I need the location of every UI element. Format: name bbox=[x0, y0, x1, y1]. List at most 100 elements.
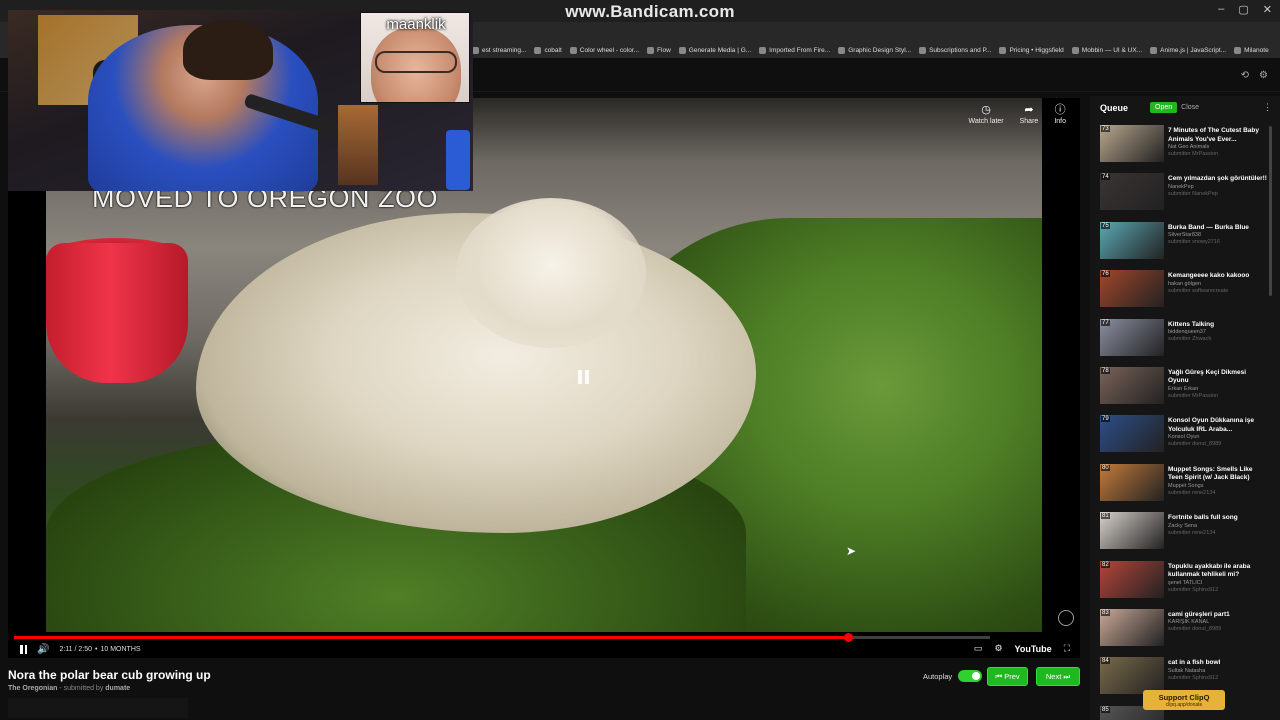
queue-item-title[interactable]: cami güreşleri part1 bbox=[1168, 611, 1268, 620]
submitter-name[interactable]: dumate bbox=[105, 685, 130, 692]
center-pause-icon[interactable] bbox=[576, 370, 590, 386]
queue-scrollbar[interactable] bbox=[1269, 126, 1272, 296]
queue-item-channel: NanekPep bbox=[1168, 183, 1194, 190]
queue-thumbnail[interactable]: 74 bbox=[1100, 173, 1164, 211]
bookmark-item[interactable]: Mobbin — UI & UX... bbox=[1071, 46, 1142, 54]
volume-icon[interactable]: 🔊 bbox=[37, 644, 49, 655]
queue-thumbnail[interactable]: 77 bbox=[1100, 318, 1164, 356]
youtube-logo[interactable]: YouTube bbox=[1015, 644, 1052, 654]
autoplay-toggle[interactable] bbox=[958, 670, 983, 682]
queue-item-channel: Zacky Sena bbox=[1168, 522, 1198, 529]
channel-watermark-icon bbox=[1058, 610, 1074, 626]
queue-item[interactable]: 77 Kittens Talking biddenqueen37 submitter … bbox=[1100, 318, 1268, 367]
history-icon[interactable]: ⟲ bbox=[1241, 70, 1249, 81]
queue-meta: Konsol Oyun Dükkanına işe Yolculuk IRL A… bbox=[1168, 415, 1268, 463]
bookmark-item[interactable]: Color wheel - color... bbox=[569, 46, 639, 54]
queue-item-channel: Muppet Songs bbox=[1168, 482, 1204, 489]
queue-item[interactable]: 80 Muppet Songs: Smells Like Teen Spirit … bbox=[1100, 463, 1268, 512]
info-button[interactable]: ⓘ Info bbox=[1054, 104, 1066, 125]
queue-item-title[interactable]: 7 Minutes of The Cutest Baby Animals You… bbox=[1168, 127, 1268, 144]
queue-item-title[interactable]: Burka Band — Burka Blue bbox=[1168, 224, 1268, 233]
bookmark-icon bbox=[534, 46, 542, 54]
channel-name[interactable]: The Oregonian bbox=[8, 685, 57, 692]
bookmark-icon bbox=[472, 46, 479, 54]
queue-item-channel: Nat Geo Animals bbox=[1168, 144, 1210, 150]
support-url: clipq.app/donate bbox=[1165, 701, 1203, 708]
queue-thumbnail[interactable]: 84 bbox=[1100, 657, 1164, 695]
queue-item-title[interactable]: Kemangeeee kako kakooo bbox=[1168, 272, 1268, 281]
bookmark-icon bbox=[838, 46, 846, 54]
queue-item-channel: SilverStar838 bbox=[1168, 232, 1202, 239]
queue-thumbnail[interactable]: 76 bbox=[1100, 270, 1164, 308]
bookmark-item[interactable]: Anime.js | JavaScript... bbox=[1150, 46, 1226, 54]
settings-icon[interactable]: ⚙ bbox=[994, 643, 1002, 654]
queue-index: 75 bbox=[1101, 222, 1110, 229]
queue-thumbnail[interactable]: 73 bbox=[1100, 125, 1164, 162]
bookmark-item[interactable]: Generate Media | G... bbox=[678, 46, 751, 54]
queue-thumbnail[interactable]: 75 bbox=[1100, 221, 1164, 259]
queue-list: 73 7 Minutes of The Cutest Baby Animals Y… bbox=[1100, 125, 1268, 720]
info-icon: ⓘ bbox=[1054, 104, 1066, 116]
queue-item[interactable]: 81 Fortnite balls full song Zacky Sena subm… bbox=[1100, 512, 1268, 560]
queue-item-title[interactable]: Konsol Oyun Dükkanına işe Yolculuk IRL A… bbox=[1168, 417, 1268, 434]
queue-item-title[interactable]: Cem yılmazdan şok görüntüler!! bbox=[1168, 175, 1268, 184]
queue-item-channel: Konsol Oyun bbox=[1168, 434, 1200, 441]
queue-meta: cami güreşleri part1 KARIŞIK KANAL submitt… bbox=[1168, 609, 1268, 657]
queue-index: 78 bbox=[1101, 367, 1110, 374]
queue-thumbnail[interactable]: 78 bbox=[1100, 366, 1164, 404]
bookmark-icon bbox=[919, 46, 927, 54]
watch-later-button[interactable]: ◷ Watch later bbox=[968, 104, 1003, 125]
queue-item-title[interactable]: Yağlı Güreş Keçi Dikmesi Oyunu bbox=[1168, 369, 1268, 386]
time-display: 2:11 / 2:50 bbox=[59, 645, 93, 653]
queue-thumbnail[interactable]: 80 bbox=[1100, 463, 1164, 501]
queue-item[interactable]: 83 cami güreşleri part1 KARIŞIK KANAL submi… bbox=[1100, 608, 1268, 657]
guest-webcam: maanklik bbox=[360, 12, 470, 103]
queue-item[interactable]: 82 Topuklu ayakkabı ile araba kullanmak t… bbox=[1100, 560, 1268, 609]
queue-index: 77 bbox=[1101, 319, 1110, 326]
captions-icon[interactable]: ▭ bbox=[974, 643, 983, 654]
queue-item[interactable]: 74 Cem yılmazdan şok görüntüler!! NanekPep… bbox=[1100, 173, 1268, 221]
queue-thumbnail[interactable]: 82 bbox=[1100, 560, 1164, 598]
queue-item[interactable]: 76 Kemangeeee kako kakooo hakan gölgen subm… bbox=[1100, 270, 1268, 318]
queue-item[interactable]: 75 Burka Band — Burka Blue SilverStar838 su… bbox=[1100, 221, 1268, 270]
bookmark-item[interactable]: Flow bbox=[647, 46, 671, 54]
share-button[interactable]: ➦ Share bbox=[1020, 104, 1039, 125]
bookmark-item[interactable]: Subscriptions and P... bbox=[919, 46, 991, 54]
queue-item-submitter: submitter donut_8989 bbox=[1168, 626, 1222, 633]
bookmark-item[interactable]: Imported From Fire... bbox=[759, 46, 830, 54]
chapter-label: 10 MONTHS bbox=[100, 645, 141, 653]
queue-item-channel: Erkan Erkan bbox=[1168, 385, 1199, 392]
progress-bar[interactable] bbox=[14, 633, 990, 642]
prev-button[interactable]: ⏮ Prev bbox=[987, 667, 1028, 686]
queue-item-title[interactable]: Kittens Talking bbox=[1168, 321, 1268, 330]
queue-item-title[interactable]: cat in a fish bowl bbox=[1168, 659, 1268, 668]
queue-index: 76 bbox=[1101, 271, 1110, 278]
queue-open-button[interactable]: Open bbox=[1150, 102, 1178, 113]
bookmark-item[interactable]: Graphic Design Styl... bbox=[838, 46, 911, 54]
queue-index: 82 bbox=[1101, 561, 1110, 568]
share-label: Share bbox=[1019, 118, 1039, 125]
support-button[interactable]: Support ClipQ clipq.app/donate bbox=[1143, 690, 1225, 710]
queue-item[interactable]: 73 7 Minutes of The Cutest Baby Animals Y… bbox=[1100, 125, 1268, 173]
next-button[interactable]: Next ⏭ bbox=[1036, 667, 1080, 686]
queue-item-title[interactable]: Fortnite balls full song bbox=[1168, 514, 1268, 523]
more-options-icon[interactable]: ⋮ bbox=[1263, 102, 1272, 113]
settings-sliders-icon[interactable]: ⚙ bbox=[1259, 70, 1268, 81]
queue-item[interactable]: 78 Yağlı Güreş Keçi Dikmesi Oyunu Erkan Er… bbox=[1100, 366, 1268, 415]
queue-item[interactable]: 79 Konsol Oyun Dükkanına işe Yolculuk IRL… bbox=[1100, 415, 1268, 463]
queue-thumbnail[interactable]: 79 bbox=[1100, 415, 1164, 453]
queue-close-button[interactable]: Close bbox=[1181, 104, 1199, 111]
queue-thumbnail[interactable]: 81 bbox=[1100, 512, 1164, 550]
fullscreen-icon[interactable]: ⛶ bbox=[1064, 643, 1070, 654]
bookmark-item[interactable]: Milanote bbox=[1234, 46, 1269, 54]
queue-item-title[interactable]: Muppet Songs: Smells Like Teen Spirit (w… bbox=[1168, 466, 1268, 483]
queue-item-title[interactable]: Topuklu ayakkabı ile araba kullanmak teh… bbox=[1168, 563, 1268, 580]
pause-button[interactable] bbox=[20, 644, 27, 654]
mouse-cursor-icon: ➤ bbox=[846, 544, 857, 558]
bookmark-item[interactable]: est streaming... bbox=[472, 46, 526, 54]
bookmark-item[interactable]: cobalt bbox=[534, 46, 562, 54]
queue-item-channel: biddenqueen37 bbox=[1168, 329, 1206, 336]
queue-thumbnail[interactable]: 83 bbox=[1100, 608, 1164, 646]
streamer-hair-image bbox=[183, 20, 273, 80]
bookmark-item[interactable]: Pricing • Higgsfield bbox=[999, 46, 1064, 54]
